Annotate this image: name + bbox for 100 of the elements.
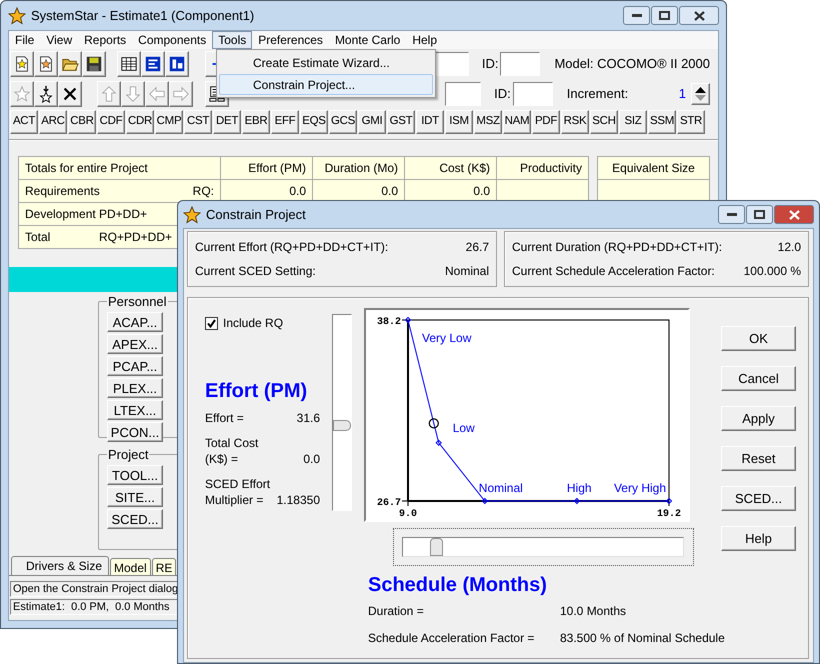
menu-item[interactable]: Create Estimate Wizard... — [219, 52, 433, 73]
driver-button[interactable]: MSZ — [474, 110, 502, 134]
row-label: Requirements — [25, 183, 100, 200]
spin-button[interactable] — [691, 83, 710, 105]
close-button[interactable] — [774, 205, 814, 224]
driver-button[interactable]: CDR — [126, 110, 154, 134]
toolbar-button[interactable] — [165, 51, 189, 77]
effort-slider[interactable] — [332, 314, 352, 511]
group-title: Personnel — [107, 293, 168, 311]
driver-button[interactable]: STR — [677, 110, 705, 134]
menu-item[interactable]: Tools — [212, 31, 252, 49]
check-icon — [207, 318, 216, 328]
driver-button[interactable]: TOOL... — [107, 464, 163, 484]
driver-button[interactable]: APEX... — [107, 334, 163, 354]
text-field[interactable] — [512, 82, 553, 106]
down-arrow-icon — [124, 85, 142, 103]
driver-button[interactable]: CST — [184, 110, 212, 134]
driver-button[interactable]: DET — [213, 110, 241, 134]
driver-button[interactable]: SCED... — [107, 508, 163, 528]
menu-item[interactable]: Monte Carlo — [328, 31, 406, 49]
tab[interactable]: Model — [110, 558, 151, 575]
dialog-button[interactable]: Reset — [721, 446, 796, 471]
info-label: Current Duration (RQ+PD+DD+CT+IT): — [512, 239, 722, 256]
close-button[interactable] — [679, 6, 719, 25]
circle-marker — [428, 418, 439, 428]
column-header: Duration (Mo) — [313, 157, 405, 180]
driver-button[interactable]: EQS — [300, 110, 328, 134]
toolbar-button[interactable] — [141, 51, 165, 77]
star-document-icon — [37, 55, 55, 73]
driver-button[interactable]: GMI — [358, 110, 386, 134]
driver-button[interactable]: EFF — [271, 110, 299, 134]
driver-button[interactable]: SITE... — [107, 486, 163, 506]
driver-button[interactable]: SIZ — [619, 110, 647, 134]
minimize-button[interactable] — [718, 205, 745, 224]
driver-button[interactable]: ARC — [39, 110, 67, 134]
driver-button[interactable]: CBR — [68, 110, 96, 134]
toolbar-button[interactable] — [10, 51, 34, 77]
checkbox[interactable] — [205, 316, 218, 330]
toolbar-button[interactable] — [34, 81, 58, 107]
driver-button[interactable]: IDT — [416, 110, 444, 134]
toolbar-button[interactable] — [58, 81, 82, 107]
driver-button[interactable]: RSK — [561, 110, 589, 134]
star-icon — [13, 85, 31, 103]
dialog-button[interactable]: OK — [721, 326, 796, 351]
point-label: Low — [452, 420, 475, 435]
field-value: 0.0 — [303, 451, 320, 467]
menu-item[interactable]: View — [40, 31, 78, 49]
info-label: Current Effort (RQ+PD+DD+CT+IT): — [195, 239, 388, 256]
toolbar-button[interactable] — [117, 51, 141, 77]
dialog-button[interactable]: Apply — [721, 406, 796, 431]
driver-button[interactable]: GCS — [329, 110, 357, 134]
menu-item[interactable]: Components — [132, 31, 212, 49]
field-value: 31.6 — [296, 410, 320, 426]
dialog-button[interactable]: Cancel — [721, 366, 796, 391]
menu-item[interactable]: Help — [406, 31, 443, 49]
info-label: Current Schedule Acceleration Factor: — [512, 263, 715, 280]
increment-value: 1 — [678, 85, 686, 104]
text-field[interactable] — [445, 82, 482, 106]
maximize-button[interactable] — [746, 205, 773, 224]
dialog-button[interactable]: SCED... — [721, 486, 796, 511]
minimize-button[interactable] — [623, 6, 650, 25]
toolbar-button[interactable] — [34, 51, 58, 77]
driver-button[interactable]: EBR — [242, 110, 270, 134]
star-icon — [8, 6, 26, 24]
column-header: Effort (PM) — [221, 157, 313, 180]
driver-button[interactable]: SSM — [648, 110, 676, 134]
driver-button[interactable]: CMP — [155, 110, 183, 134]
maximize-icon — [754, 210, 765, 219]
toolbar-button[interactable] — [58, 51, 82, 77]
menu-item[interactable]: File — [9, 31, 40, 49]
driver-button[interactable]: NAM — [503, 110, 531, 134]
driver-button[interactable]: GST — [387, 110, 415, 134]
driver-button[interactable]: PCAP... — [107, 356, 163, 376]
menu-item[interactable]: Preferences — [252, 31, 329, 49]
maximize-button[interactable] — [651, 6, 678, 25]
tab[interactable]: RE — [152, 558, 176, 575]
driver-button[interactable]: PCON... — [107, 422, 163, 442]
slider-thumb[interactable] — [430, 538, 443, 556]
driver-button[interactable]: LTEX... — [107, 400, 163, 420]
menu-item[interactable]: Constrain Project... — [219, 74, 433, 95]
driver-button[interactable]: PDF — [532, 110, 560, 134]
driver-button[interactable]: PLEX... — [107, 378, 163, 398]
x-icon — [61, 85, 79, 103]
driver-button[interactable]: CDF — [97, 110, 125, 134]
dialog-button[interactable]: Help — [721, 526, 796, 551]
tab[interactable]: Drivers & Size — [11, 556, 110, 575]
column-header: Equivalent Size — [598, 157, 710, 180]
star-document-icon — [13, 55, 31, 73]
text-field[interactable] — [500, 52, 540, 76]
dialog-title: Constrain Project — [206, 206, 306, 224]
toolbar-button[interactable] — [82, 51, 106, 77]
slider-thumb[interactable] — [333, 420, 351, 431]
menu-item[interactable]: Reports — [78, 31, 132, 49]
schedule-slider[interactable] — [402, 537, 684, 557]
driver-button[interactable]: ISM — [445, 110, 473, 134]
driver-button[interactable]: SCH — [590, 110, 618, 134]
column-header: Productivity — [497, 157, 589, 180]
driver-button[interactable]: ACT — [10, 110, 38, 134]
driver-button[interactable]: ACAP... — [107, 312, 163, 332]
field-value: 83.500 % of Nominal Schedule — [560, 630, 725, 647]
